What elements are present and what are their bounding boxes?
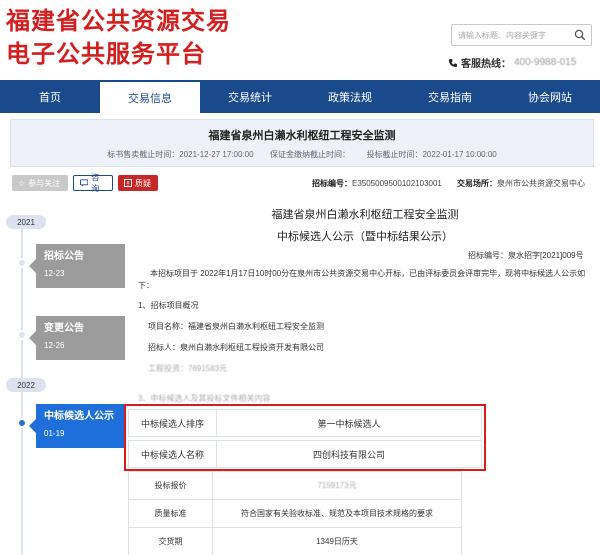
follow-label: 参与关注 <box>28 178 61 188</box>
doc-tenderer: 招标人：泉州白濑水利枢纽工程投资开发有限公司 <box>148 343 324 352</box>
table-row: 质量标准 符合国家有关验收标准、规范及本项目技术规格的要求 <box>129 499 461 527</box>
doubt-label: 质疑 <box>135 178 151 188</box>
quality-label: 质量标准 <box>129 500 213 527</box>
alert-icon <box>124 179 132 187</box>
year-2022: 2022 <box>6 378 46 392</box>
doc-title-line2: 中标候选人公示（暨中标结果公示） <box>277 231 453 243</box>
rank-label: 中标候选人排序 <box>129 410 217 436</box>
search-icon <box>574 29 586 41</box>
winner-name-label: 中标候选人名称 <box>129 441 217 467</box>
nav-guide[interactable]: 交易指南 <box>400 80 500 113</box>
doc-number: 招标编号：泉水招字[2021]009号 <box>468 251 584 260</box>
follow-button[interactable]: ☆ 参与关注 <box>12 175 68 191</box>
bid-detail-table: 投标报价 7159173元 质量标准 符合国家有关验收标准、规范及本项目技术规格… <box>128 471 462 555</box>
consult-label: 咨询 <box>91 173 100 193</box>
doc-section-1: 1、招标项目概况 <box>138 301 199 310</box>
search-button[interactable] <box>569 25 591 45</box>
site-title-line1: 福建省公共资源交易 <box>6 7 231 35</box>
search-input[interactable] <box>452 25 570 45</box>
star-icon: ☆ <box>18 178 26 188</box>
doc-budget: 工程投资：7691583元 <box>148 364 228 373</box>
sale-end-label: 标书售卖截止时间： <box>107 150 180 159</box>
bid-price-label: 投标报价 <box>129 472 213 499</box>
timeline-item-date: 12-26 <box>44 341 65 350</box>
timeline-item-candidate-notice[interactable]: 中标候选人公示 01-19 <box>29 404 125 448</box>
doc-title-line1: 福建省泉州白濑水利枢纽工程安全监测 <box>271 209 459 221</box>
table-row: 交货期 1349日历天 <box>129 527 461 555</box>
action-bar: ☆ 参与关注 咨询 质疑 <box>12 173 158 193</box>
sale-end-value: 2021-12-27 17:00:00 <box>179 150 254 159</box>
timeline-item-date: 01-19 <box>44 429 65 438</box>
tender-number: 招标编号：E3505009500102103001 <box>312 178 442 189</box>
timeline-item-title: 招标公告 <box>44 251 84 262</box>
timeline-dot-active <box>17 418 27 428</box>
year-2021: 2021 <box>6 215 46 229</box>
project-card: 福建省泉州白濑水利枢纽工程安全监测 标书售卖截止时间：2021-12-27 17… <box>10 119 594 167</box>
chat-icon <box>80 179 89 187</box>
table-row: 中标候选人名称 四创科技有限公司 <box>128 440 482 468</box>
timeline-item-title: 变更公告 <box>44 323 84 334</box>
nav-trade-info[interactable]: 交易信息 <box>100 82 200 113</box>
bid-end-value: 2022-01-17 10:00:00 <box>422 150 497 159</box>
trade-venue: 交易场所：泉州市公共资源交易中心 <box>457 178 585 189</box>
quality-value: 符合国家有关验收标准、规范及本项目技术规格的要求 <box>241 509 433 518</box>
hotline-label: 客服热线： <box>461 59 511 70</box>
delivery-value: 1349日历天 <box>316 537 358 546</box>
consult-button[interactable]: 咨询 <box>73 173 113 193</box>
project-title: 福建省泉州白濑水利枢纽工程安全监测 <box>208 130 396 142</box>
table-row: 中标候选人排序 第一中标候选人 <box>128 409 482 437</box>
bid-price-value: 7159173元 <box>317 481 357 490</box>
trade-venue-label: 交易场所： <box>457 179 497 188</box>
deposit-end-label: 保证金缴纳截止时间： <box>270 150 350 159</box>
doubt-button[interactable]: 质疑 <box>118 175 158 191</box>
timeline-dot <box>17 258 27 268</box>
site-title-line2: 电子公共服务平台 <box>6 40 206 68</box>
main-nav: 首页 交易信息 交易统计 政策法规 交易指南 协会网站 <box>0 80 600 113</box>
phone-icon <box>449 58 457 67</box>
rank-value: 第一中标候选人 <box>317 418 381 429</box>
notice-timeline: 2021 招标公告 12-23 变更公告 12-26 2022 中标候选人公示 … <box>0 200 130 555</box>
timeline-item-date: 12-23 <box>44 269 65 278</box>
project-dates: 标书售卖截止时间：2021-12-27 17:00:00 保证金缴纳截止时间： … <box>11 149 593 160</box>
tender-number-value: E3505009500102103001 <box>352 179 442 188</box>
doc-project-name: 项目名称：福建省泉州白濑水利枢纽工程安全监测 <box>148 322 324 331</box>
site-header: 福建省公共资源交易 电子公共服务平台 客服热线： 400-9988-015 <box>0 0 600 80</box>
table-row: 投标报价 7159173元 <box>129 471 461 499</box>
nav-home[interactable]: 首页 <box>0 80 100 113</box>
trade-venue-value: 泉州市公共资源交易中心 <box>497 179 585 188</box>
doc-section-3: 3、中标候选人及其投标文件相关内容 <box>138 394 271 403</box>
timeline-item-change-notice[interactable]: 变更公告 12-26 <box>29 316 125 360</box>
bid-end-label: 投标截止时间： <box>366 150 423 159</box>
timeline-dot <box>17 330 27 340</box>
hotline: 客服热线： 400-9988-015 <box>448 55 576 70</box>
timeline-item-tender-notice[interactable]: 招标公告 12-23 <box>29 244 125 288</box>
delivery-label: 交货期 <box>129 528 213 555</box>
winner-name-value: 四创科技有限公司 <box>312 449 385 460</box>
nav-association[interactable]: 协会网站 <box>500 80 600 113</box>
hotline-number: 400-9988-015 <box>514 57 577 68</box>
nav-policy[interactable]: 政策法规 <box>300 80 400 113</box>
nav-trade-stats[interactable]: 交易统计 <box>200 80 300 113</box>
doc-intro-paragraph: 本招标项目于 2022年1月17日10时00分在泉州市公共资源交易中心开标，已由… <box>138 269 586 290</box>
tender-number-label: 招标编号： <box>312 179 352 188</box>
search-box <box>451 24 592 46</box>
timeline-item-title: 中标候选人公示 <box>44 411 114 422</box>
winner-table-highlight: 中标候选人排序 第一中标候选人 中标候选人名称 四创科技有限公司 <box>124 404 486 471</box>
